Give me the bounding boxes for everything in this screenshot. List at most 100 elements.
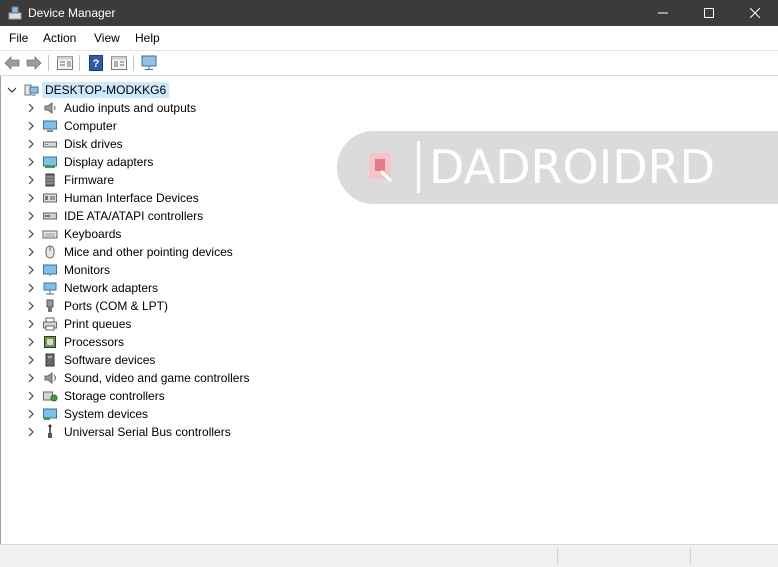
tree-item[interactable]: Software devices: [1, 351, 301, 369]
status-separator: [557, 548, 558, 564]
usb-icon: [48, 424, 52, 438]
scan-hardware-button[interactable]: [141, 54, 159, 72]
forward-arrow-icon: [26, 56, 42, 70]
toolbar-separator: [48, 55, 49, 71]
menu-action[interactable]: Action: [43, 31, 76, 45]
status-bar: [0, 544, 778, 567]
system-devices-icon: [43, 408, 57, 420]
tree-item[interactable]: Human Interface Devices: [1, 189, 301, 207]
tree-item[interactable]: System devices: [1, 405, 301, 423]
tree-root[interactable]: DESKTOP-MODKKG6: [1, 81, 201, 99]
software-device-icon: [45, 353, 55, 367]
tree-item[interactable]: Display adapters: [1, 153, 301, 171]
watermark-text: DADROIDRD: [429, 140, 716, 194]
tree-item-label: Software devices: [64, 353, 156, 367]
title-bar: Device Manager: [0, 0, 778, 26]
watermark-logo: [369, 153, 393, 183]
tree-item[interactable]: Monitors: [1, 261, 301, 279]
properties-icon: [57, 56, 73, 70]
sound-controller-icon: [44, 372, 56, 384]
tree-item[interactable]: Keyboards: [1, 225, 301, 243]
tree-item[interactable]: Audio inputs and outputs: [1, 99, 301, 117]
tree-item-label: Human Interface Devices: [64, 191, 199, 205]
chevron-right-icon[interactable]: [25, 156, 37, 168]
tree-item[interactable]: Sound, video and game controllers: [1, 369, 301, 387]
chevron-right-icon[interactable]: [25, 336, 37, 348]
forward-button[interactable]: [25, 54, 43, 72]
port-icon: [46, 299, 54, 312]
tree-item-label: Keyboards: [64, 227, 122, 241]
chevron-right-icon[interactable]: [25, 300, 37, 312]
properties-button[interactable]: [56, 54, 74, 72]
tree-item[interactable]: Mice and other pointing devices: [1, 243, 301, 261]
tree-item-label: Storage controllers: [64, 389, 165, 403]
chevron-right-icon[interactable]: [25, 282, 37, 294]
tree-item-label: Network adapters: [64, 281, 159, 295]
mouse-icon: [45, 245, 55, 259]
back-arrow-icon: [4, 56, 20, 70]
hid-icon: [43, 193, 57, 203]
computer-root-icon: [24, 84, 39, 96]
tree-item[interactable]: Disk drives: [1, 135, 301, 153]
chevron-right-icon[interactable]: [25, 210, 37, 222]
help-icon: ?: [89, 55, 103, 71]
tree-item[interactable]: Network adapters: [1, 279, 301, 297]
chevron-right-icon[interactable]: [25, 390, 37, 402]
maximize-button[interactable]: [686, 0, 732, 26]
svg-text:?: ?: [93, 58, 100, 70]
help-button[interactable]: ?: [87, 54, 105, 72]
chevron-right-icon[interactable]: [25, 138, 37, 150]
menu-help[interactable]: Help: [135, 31, 160, 45]
tree-item[interactable]: Processors: [1, 333, 301, 351]
tree-item[interactable]: Computer: [1, 117, 301, 135]
list-view-button[interactable]: [110, 54, 128, 72]
close-icon: [750, 8, 760, 18]
tree-item[interactable]: Ports (COM & LPT): [1, 297, 301, 315]
tree-item-label: IDE ATA/ATAPI controllers: [64, 209, 204, 223]
list-view-icon: [111, 56, 127, 70]
printer-icon: [43, 317, 57, 331]
tree-item[interactable]: Universal Serial Bus controllers: [1, 423, 301, 441]
status-separator: [690, 548, 691, 564]
chevron-right-icon[interactable]: [25, 228, 37, 240]
tree-item[interactable]: IDE ATA/ATAPI controllers: [1, 207, 301, 225]
toolbar-separator: [133, 55, 134, 71]
watermark-divider: [417, 141, 420, 193]
chevron-right-icon[interactable]: [25, 372, 37, 384]
close-button[interactable]: [732, 0, 778, 26]
monitor-scan-icon: [141, 55, 157, 70]
tree-item-label: Ports (COM & LPT): [64, 299, 169, 313]
monitor-icon: [43, 264, 57, 276]
tree-item[interactable]: Storage controllers: [1, 387, 301, 405]
chevron-right-icon[interactable]: [25, 264, 37, 276]
chevron-right-icon[interactable]: [25, 354, 37, 366]
disk-drive-icon: [43, 141, 57, 148]
window-title: Device Manager: [28, 6, 116, 20]
chevron-right-icon[interactable]: [25, 408, 37, 420]
tree-item[interactable]: Print queues: [1, 315, 301, 333]
chevron-right-icon[interactable]: [25, 174, 37, 186]
chevron-right-icon[interactable]: [25, 318, 37, 330]
chevron-right-icon[interactable]: [25, 192, 37, 204]
tree-item-label: Disk drives: [64, 137, 123, 151]
chevron-right-icon[interactable]: [25, 426, 37, 438]
minimize-button[interactable]: [640, 0, 686, 26]
tree-item-label: Universal Serial Bus controllers: [64, 425, 231, 439]
computer-icon: [43, 120, 57, 132]
chevron-down-icon[interactable]: [6, 84, 18, 96]
back-button[interactable]: [3, 54, 21, 72]
menu-file[interactable]: File: [9, 31, 28, 45]
chevron-right-icon[interactable]: [25, 102, 37, 114]
tree-item-label: Display adapters: [64, 155, 154, 169]
chevron-right-icon[interactable]: [25, 246, 37, 258]
keyboard-icon: [42, 230, 58, 239]
toolbar-separator: [79, 55, 80, 71]
menu-view[interactable]: View: [94, 31, 120, 45]
tree-item-label: Mice and other pointing devices: [64, 245, 233, 259]
computer-name: DESKTOP-MODKKG6: [42, 82, 170, 98]
firmware-icon: [45, 173, 55, 187]
storage-controller-icon: [43, 391, 58, 402]
tree-item[interactable]: Firmware: [1, 171, 301, 189]
tree-item-label: Firmware: [64, 173, 114, 187]
chevron-right-icon[interactable]: [25, 120, 37, 132]
